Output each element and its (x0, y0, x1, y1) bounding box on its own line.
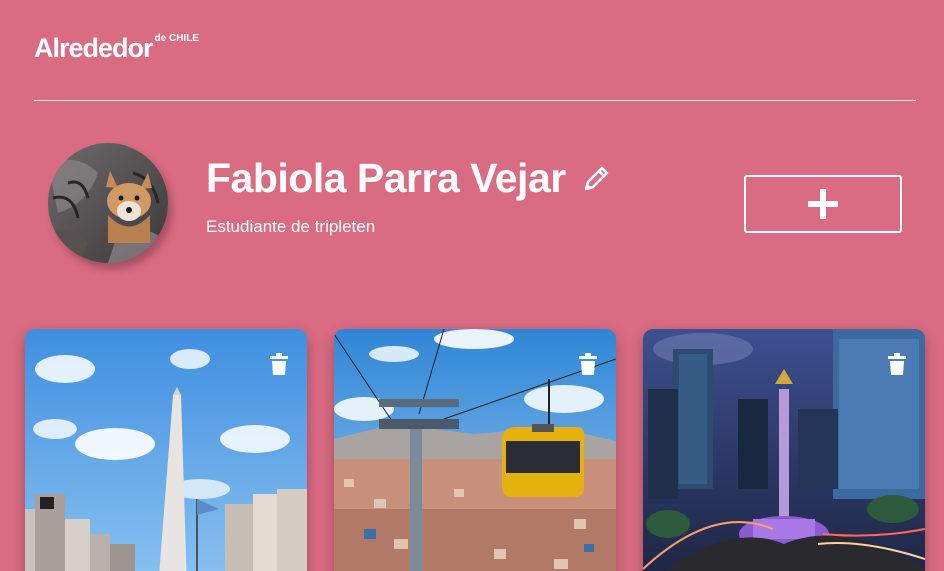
add-card-button[interactable] (744, 175, 902, 233)
profile-name-row: Fabiola Parra Vejar (206, 152, 686, 204)
pencil-icon (584, 166, 609, 191)
delete-card-button[interactable] (887, 353, 907, 375)
trash-icon (888, 353, 906, 375)
plus-icon (808, 189, 838, 219)
delete-card-button[interactable] (578, 353, 598, 375)
page: Alrededor de CHILE Fabiola Parra Vejar E… (0, 0, 944, 571)
header: Alrededor de CHILE (34, 30, 916, 101)
card-image-obelisk (25, 329, 307, 571)
profile-info: Fabiola Parra Vejar Estudiante de triple… (206, 152, 686, 238)
trash-icon (579, 353, 597, 375)
avatar[interactable] (48, 143, 168, 263)
card-image-angel-monument (643, 329, 925, 571)
card-image-cable-car (334, 329, 616, 571)
fox-avatar-image (48, 143, 168, 263)
profile-job: Estudiante de tripleten (206, 217, 376, 236)
profile-name: Fabiola Parra Vejar (206, 155, 566, 201)
logo-main: Alrededor (34, 33, 154, 63)
edit-profile-button[interactable] (580, 161, 614, 195)
photo-card[interactable] (25, 329, 307, 571)
logo-sup: de CHILE (154, 33, 199, 44)
trash-icon (270, 353, 288, 375)
photo-card[interactable] (643, 329, 925, 571)
photo-card[interactable] (334, 329, 616, 571)
delete-card-button[interactable] (269, 353, 289, 375)
logo: Alrededor de CHILE (34, 32, 199, 64)
